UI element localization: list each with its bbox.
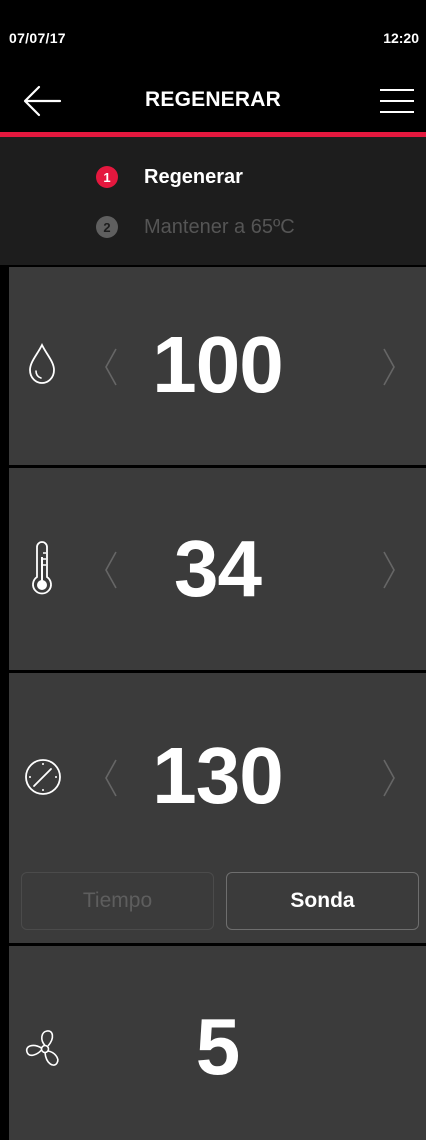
step-label: Regenerar [144, 165, 243, 188]
increase-chevron-icon[interactable] [379, 756, 399, 800]
increase-chevron-icon[interactable] [379, 345, 399, 389]
step-item-mantener[interactable]: 2 Mantener a 65ºC [96, 213, 295, 241]
status-bar: 07/07/17 12:20 [0, 0, 426, 70]
time-value[interactable]: 130 [9, 730, 426, 822]
step-number-badge: 1 [96, 166, 118, 188]
page-title: REGENERAR [145, 88, 281, 111]
menu-button[interactable] [374, 84, 418, 118]
temperature-panel: 34 [9, 468, 426, 670]
header-bar: REGENERAR [0, 70, 426, 132]
step-list: 1 Regenerar 2 Mantener a 65ºC [0, 137, 426, 265]
status-time: 12:20 [383, 30, 419, 46]
increase-chevron-icon[interactable] [379, 548, 399, 592]
step-item-regenerar[interactable]: 1 Regenerar [96, 163, 243, 191]
step-label: Mantener a 65ºC [144, 215, 295, 238]
humidity-value[interactable]: 100 [9, 319, 426, 411]
status-date: 07/07/17 [9, 30, 66, 46]
hamburger-menu-icon [380, 89, 414, 113]
temperature-value[interactable]: 34 [9, 523, 426, 615]
mode-tiempo-button[interactable]: Tiempo [21, 872, 214, 930]
app-screen: 07/07/17 12:20 REGENERAR 1 Regenerar 2 M… [0, 0, 426, 1140]
humidity-panel: 100 [9, 267, 426, 465]
step-number-badge: 2 [96, 216, 118, 238]
fan-panel: 5 [9, 946, 426, 1140]
time-panel: 130 Tiempo Sonda [9, 673, 426, 943]
mode-sonda-button[interactable]: Sonda [226, 872, 419, 930]
fan-speed-value[interactable]: 5 [9, 1001, 426, 1093]
